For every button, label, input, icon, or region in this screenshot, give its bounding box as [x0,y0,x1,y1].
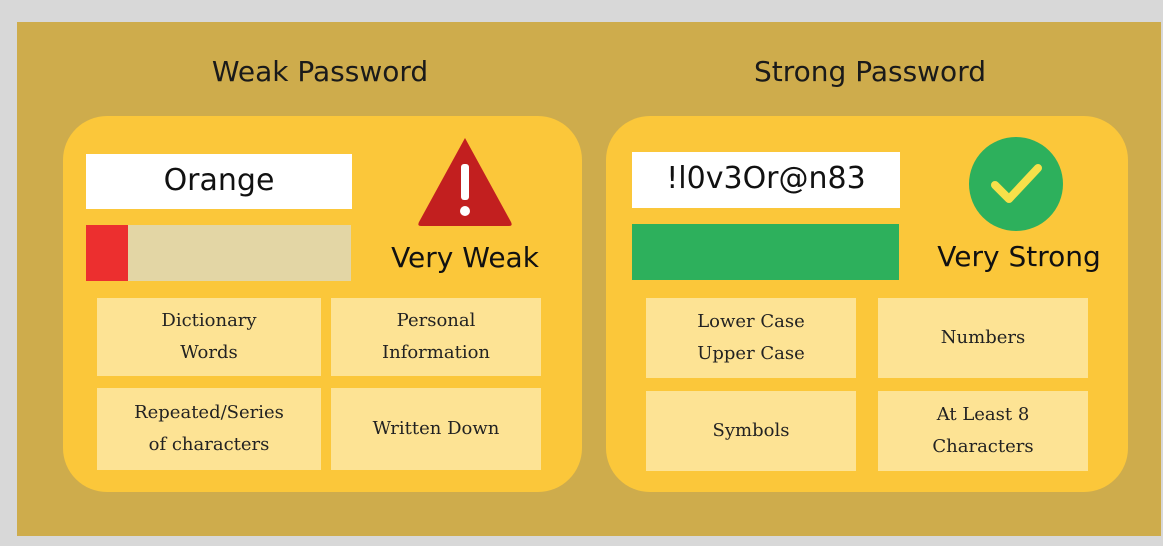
weak-trait-text: Words [180,342,238,363]
strong-password-title: Strong Password [754,55,986,88]
strong-trait-text: Numbers [940,327,1026,348]
warning-exclamation-dot [460,206,470,216]
weak-password-field: Orange [86,154,352,209]
weak-trait-text: Repeated/Series [134,402,284,423]
warning-exclamation-bar [461,164,469,200]
strong-trait-card: Symbols [646,391,856,471]
strong-trait-card: Numbers [878,298,1088,378]
weak-trait-text: Information [381,342,491,363]
strong-trait-card: At Least 8 Characters [878,391,1088,471]
strong-password-field: !l0v3Or@n83 [632,152,900,208]
check-circle-icon [969,137,1063,231]
strong-rating-label: Very Strong [937,240,1101,273]
strong-password-panel: !l0v3Or@n83 Very Strong Lower Case Upper… [606,116,1128,492]
strong-trait-text: Upper Case [697,343,805,364]
warning-triangle-icon [418,138,512,226]
weak-rating-label: Very Weak [391,241,539,274]
strong-trait-card: Lower Case Upper Case [646,298,856,378]
strong-trait-text: Lower Case [697,311,805,332]
strong-strength-meter-fill [632,224,899,280]
weak-trait-text: Written Down [372,418,500,439]
weak-trait-text: of characters [148,434,270,455]
weak-trait-card: Dictionary Words [97,298,321,376]
weak-trait-card: Repeated/Series of characters [97,388,321,470]
weak-strength-meter [86,225,351,281]
strong-trait-text: At Least 8 [936,404,1030,425]
weak-strength-meter-fill [86,225,129,281]
check-circle-shape [969,137,1063,231]
weak-trait-card: Written Down [331,388,541,470]
strong-trait-text: Characters [932,436,1034,457]
weak-password-panel: Orange Very Weak Dictionary Words Person… [63,116,582,492]
weak-password-title: Weak Password [211,55,429,88]
strong-trait-text: Symbols [712,420,790,441]
weak-trait-card: Personal Information [331,298,541,376]
weak-trait-text: Dictionary [161,310,257,331]
strong-strength-meter [632,224,899,280]
weak-trait-text: Personal [396,310,476,331]
